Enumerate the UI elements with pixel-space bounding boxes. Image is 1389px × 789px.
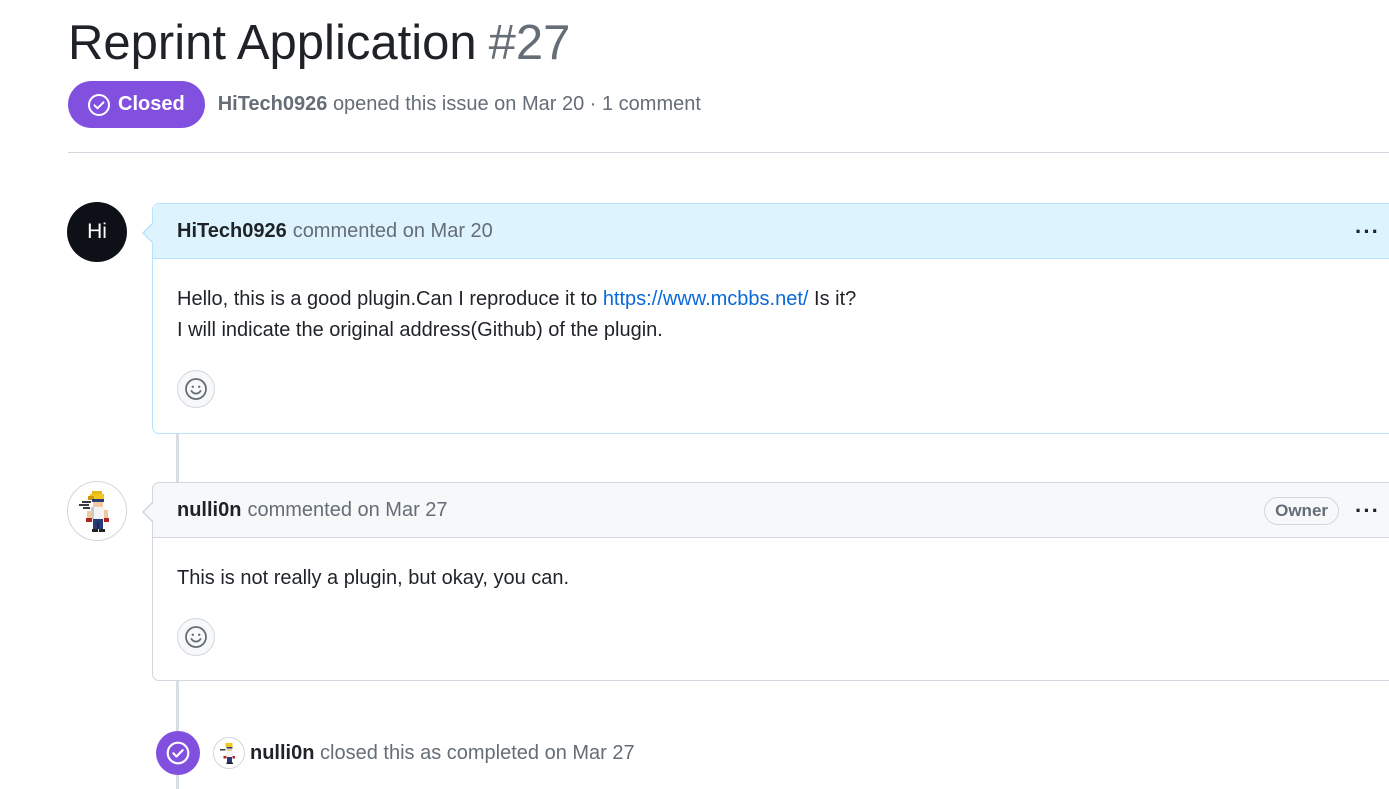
issue-title-text: Reprint Application	[68, 16, 477, 70]
closed-event: nulli0n closed this as completed on Mar …	[156, 731, 635, 775]
comment-line: Hello, this is a good plugin.Can I repro…	[177, 284, 1372, 315]
comment-body: This is not really a plugin, but okay, y…	[153, 538, 1389, 594]
event-actor-link[interactable]: nulli0n	[250, 742, 314, 764]
issue-title: Reprint Application #27	[68, 14, 570, 72]
state-badge: Closed	[68, 81, 205, 128]
state-label: Closed	[118, 93, 185, 115]
comment-author-link[interactable]: HiTech0926	[177, 220, 287, 243]
actor-avatar[interactable]	[213, 737, 245, 769]
comment-text: Hello, this is a good plugin.Can I repro…	[177, 288, 603, 310]
kebab-menu-icon[interactable]: ···	[1355, 219, 1380, 245]
pixel-character-icon	[220, 743, 236, 764]
comment-timestamp[interactable]: commented on Mar 27	[247, 499, 447, 522]
comment-card: HiTech0926 commented on Mar 20 ··· Hello…	[142, 203, 1389, 434]
comment-line: This is not really a plugin, but okay, y…	[177, 567, 570, 589]
comment-actions: ···	[1355, 204, 1380, 259]
check-circle-icon	[166, 741, 190, 765]
comment-header: HiTech0926 commented on Mar 20 ···	[153, 204, 1389, 259]
issue-opened-text: opened this issue on Mar 20 · 1 comment	[332, 93, 701, 115]
comment-timestamp[interactable]: commented on Mar 20	[293, 220, 493, 243]
event-text: nulli0n closed this as completed on Mar …	[250, 742, 635, 765]
header-divider	[68, 152, 1389, 153]
closed-event-badge	[156, 731, 200, 775]
event-description: closed this as completed on Mar 27	[320, 741, 635, 764]
comment-body: Hello, this is a good plugin.Can I repro…	[153, 259, 1389, 346]
comment-card: nulli0n commented on Mar 27 Owner ··· Th…	[142, 482, 1389, 681]
pixel-character-icon	[79, 491, 109, 532]
check-circle-icon	[88, 93, 110, 116]
comment-author-link[interactable]: nulli0n	[177, 499, 241, 522]
timeline-line	[176, 433, 179, 482]
add-reaction-button[interactable]	[177, 618, 215, 656]
issue-number: #27	[488, 16, 571, 70]
add-reaction-button[interactable]	[177, 370, 215, 408]
issue-meta-text: HiTech0926 opened this issue on Mar 20 ·…	[218, 93, 701, 116]
comment-line: I will indicate the original address(Git…	[177, 319, 663, 341]
owner-badge: Owner	[1264, 496, 1340, 525]
avatar[interactable]: Hi	[67, 202, 127, 262]
kebab-menu-icon[interactable]: ···	[1355, 498, 1380, 524]
comment-actions: Owner ···	[1264, 483, 1380, 538]
comment-text: Is it?	[808, 288, 857, 310]
smiley-icon	[185, 626, 207, 648]
comment-link[interactable]: https://www.mcbbs.net/	[603, 288, 809, 310]
issue-meta: Closed HiTech0926 opened this issue on M…	[68, 81, 701, 128]
issue-author-link[interactable]: HiTech0926	[218, 93, 328, 115]
smiley-icon	[185, 378, 207, 400]
avatar[interactable]	[67, 481, 127, 541]
comment-header: nulli0n commented on Mar 27 Owner ···	[153, 483, 1389, 538]
